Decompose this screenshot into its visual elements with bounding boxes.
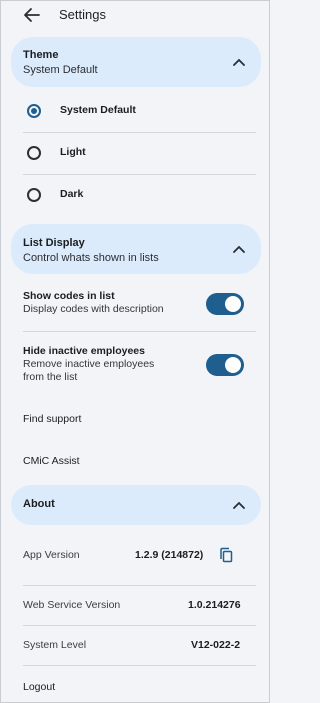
theme-option-system-default[interactable]: System Default bbox=[23, 90, 255, 132]
chevron-up-icon[interactable] bbox=[233, 58, 245, 66]
app-version-value: 1.2.9 (214872) bbox=[135, 549, 204, 561]
hide-inactive-row: Hide inactive employees Remove inactive … bbox=[23, 345, 255, 391]
web-service-version-value: 1.0.214276 bbox=[188, 599, 241, 611]
about-section-title: About bbox=[23, 498, 55, 510]
divider bbox=[23, 585, 256, 586]
theme-section-title: Theme bbox=[23, 49, 59, 61]
theme-option-dark[interactable]: Dark bbox=[23, 174, 255, 216]
list-display-section-title: List Display bbox=[23, 237, 85, 249]
web-service-version-label: Web Service Version bbox=[23, 599, 121, 611]
theme-option-label: Light bbox=[60, 146, 86, 158]
app-bar: Settings bbox=[1, 1, 269, 31]
about-section-header[interactable]: About bbox=[11, 485, 261, 525]
list-display-section-header[interactable]: List Display Control whats shown in list… bbox=[11, 224, 261, 274]
theme-option-label: Dark bbox=[60, 188, 84, 200]
radio-unselected-icon[interactable] bbox=[27, 188, 41, 202]
theme-option-light[interactable]: Light bbox=[23, 132, 255, 174]
theme-section-header[interactable]: Theme System Default bbox=[11, 37, 261, 87]
cmic-assist-link[interactable]: CMiC Assist bbox=[23, 455, 80, 467]
system-level-label: System Level bbox=[23, 639, 87, 651]
divider bbox=[23, 625, 256, 626]
divider bbox=[23, 331, 256, 332]
hide-inactive-toggle[interactable] bbox=[206, 354, 244, 376]
show-codes-row: Show codes in list Display codes with de… bbox=[23, 290, 255, 324]
find-support-link[interactable]: Find support bbox=[23, 413, 81, 425]
settings-screen: Settings Theme System Default System Def… bbox=[0, 0, 270, 703]
logout-link[interactable]: Logout bbox=[23, 681, 55, 693]
back-arrow-icon[interactable] bbox=[23, 7, 41, 23]
chevron-up-icon[interactable] bbox=[233, 501, 245, 509]
list-display-section-subtitle: Control whats shown in lists bbox=[23, 252, 159, 264]
theme-option-label: System Default bbox=[60, 104, 136, 116]
divider bbox=[23, 665, 256, 666]
chevron-up-icon[interactable] bbox=[233, 245, 245, 253]
show-codes-toggle[interactable] bbox=[206, 293, 244, 315]
page-title: Settings bbox=[59, 7, 106, 22]
app-version-label: App Version bbox=[23, 549, 80, 561]
radio-unselected-icon[interactable] bbox=[27, 146, 41, 160]
theme-section-subtitle: System Default bbox=[23, 64, 98, 76]
radio-selected-icon[interactable] bbox=[27, 104, 41, 118]
system-level-value: V12-022-2 bbox=[191, 639, 241, 651]
copy-icon[interactable] bbox=[219, 547, 233, 563]
